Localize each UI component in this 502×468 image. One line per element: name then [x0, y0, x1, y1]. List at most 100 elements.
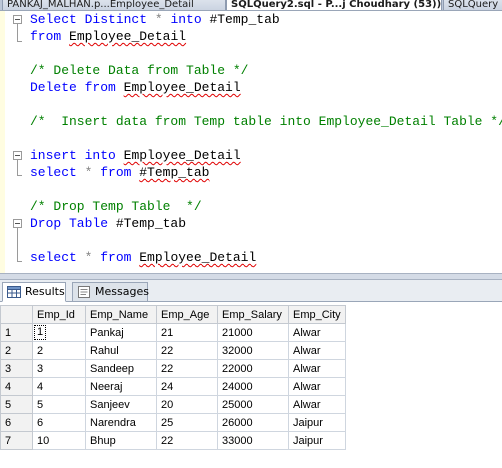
grid-cell[interactable]: 21: [156, 323, 218, 342]
outline-end: [17, 175, 22, 176]
query-editor[interactable]: Select Distinct * into #Temp_tab from Em…: [0, 11, 502, 273]
code-line-4[interactable]: Delete from Employee_Detail: [30, 79, 241, 96]
results-grid[interactable]: Emp_Id Emp_Name Emp_Age Emp_Salary Emp_C…: [0, 305, 346, 450]
code-line-3[interactable]: /* Delete Data from Table */: [30, 62, 248, 79]
grid-cell[interactable]: 26000: [217, 413, 289, 432]
grid-cell[interactable]: Alwar: [288, 377, 346, 396]
code-line-2[interactable]: from Employee_Detail: [30, 28, 186, 45]
grid-cell[interactable]: 2: [32, 341, 86, 360]
code-line-6[interactable]: insert into Employee_Detail: [30, 147, 241, 164]
column-header[interactable]: Emp_Salary: [217, 305, 289, 324]
keyword: from: [100, 165, 132, 180]
row-number[interactable]: 2: [0, 341, 33, 360]
grid-cell[interactable]: Sanjeev: [85, 395, 157, 414]
grid-cell[interactable]: Alwar: [288, 359, 346, 378]
keyword: Delete from: [30, 80, 116, 95]
grid-cell[interactable]: Jaipur: [288, 431, 346, 450]
collapse-icon[interactable]: [13, 219, 22, 228]
grid-cell[interactable]: 25: [156, 413, 218, 432]
grid-cell[interactable]: 22: [156, 359, 218, 378]
row-number[interactable]: 3: [0, 359, 33, 378]
grid-cell[interactable]: Neeraj: [85, 377, 157, 396]
column-header[interactable]: Emp_Id: [32, 305, 86, 324]
table-row[interactable]: 3 3 Sandeep 22 22000 Alwar: [0, 359, 346, 378]
grid-cell[interactable]: 3: [32, 359, 86, 378]
grid-cell[interactable]: 24000: [217, 377, 289, 396]
row-number[interactable]: 5: [0, 395, 33, 414]
keyword: into: [170, 12, 202, 27]
code-line-9[interactable]: Drop Table #Temp_tab: [30, 215, 186, 232]
grid-cell[interactable]: Pankaj: [85, 323, 157, 342]
grid-cell[interactable]: Narendra: [85, 413, 157, 432]
grid-cell[interactable]: 25000: [217, 395, 289, 414]
table-row[interactable]: 5 5 Sanjeev 20 25000 Alwar: [0, 395, 346, 414]
grid-cell[interactable]: 1: [32, 323, 86, 342]
code-line-5[interactable]: /* Insert data from Temp table into Empl…: [30, 113, 502, 130]
identifier: Employee_Detail: [69, 29, 187, 44]
column-header[interactable]: Emp_Age: [156, 305, 218, 324]
grid-header-row: Emp_Id Emp_Name Emp_Age Emp_Salary Emp_C…: [0, 305, 346, 324]
tab-employee-detail[interactable]: PANKAJ_MALHAN.p...Employee_Detail: [2, 0, 226, 10]
grid-cell[interactable]: 32000: [217, 341, 289, 360]
column-header[interactable]: Emp_City: [288, 305, 346, 324]
corner-cell[interactable]: [0, 305, 33, 324]
tab-sqlquery[interactable]: SQLQuery: [443, 0, 502, 10]
keyword: Select Distinct: [30, 12, 148, 27]
grid-cell[interactable]: Alwar: [288, 323, 346, 342]
results-grid-area: Emp_Id Emp_Name Emp_Age Emp_Salary Emp_C…: [0, 302, 502, 468]
selected-cell-value: 1: [34, 325, 47, 340]
comment: /* Insert data from Temp table into Empl…: [30, 114, 502, 129]
outline-line: [17, 228, 18, 261]
keyword: select: [30, 165, 77, 180]
grid-cell[interactable]: 22000: [217, 359, 289, 378]
grid-cell[interactable]: Rahul: [85, 341, 157, 360]
table-row[interactable]: 2 2 Rahul 22 32000 Alwar: [0, 341, 346, 360]
tab-sqlquery2[interactable]: SQLQuery2.sql - P...j Choudhary (53))*×: [226, 0, 442, 10]
tab-messages[interactable]: Messages: [72, 282, 149, 302]
tab-results[interactable]: Results: [2, 282, 66, 302]
grid-cell[interactable]: Sandeep: [85, 359, 157, 378]
grid-cell[interactable]: 20: [156, 395, 218, 414]
table-row[interactable]: 6 6 Narendra 25 26000 Jaipur: [0, 413, 346, 432]
table-row[interactable]: 7 10 Bhup 22 33000 Jaipur: [0, 431, 346, 450]
messages-icon: [78, 286, 90, 298]
grid-cell[interactable]: 21000: [217, 323, 289, 342]
code-line-8[interactable]: /* Drop Temp Table */: [30, 198, 202, 215]
grid-cell[interactable]: Bhup: [85, 431, 157, 450]
identifier: Employee_Detail: [139, 250, 257, 265]
identifier: #Temp_tab: [201, 12, 280, 27]
identifier: Employee_Detail: [123, 80, 241, 95]
row-number[interactable]: 6: [0, 413, 33, 432]
grid-cell[interactable]: 22: [156, 341, 218, 360]
tab-results-label: Results: [25, 285, 65, 298]
pane-splitter[interactable]: [0, 273, 502, 280]
collapse-icon[interactable]: [13, 151, 22, 160]
grid-cell[interactable]: Alwar: [288, 395, 346, 414]
code-line-7[interactable]: select * from #Temp_tab: [30, 164, 209, 181]
grid-cell[interactable]: 6: [32, 413, 86, 432]
grid-cell[interactable]: 22: [156, 431, 218, 450]
grid-cell[interactable]: 5: [32, 395, 86, 414]
results-grid-icon: [7, 286, 21, 298]
table-row[interactable]: 4 4 Neeraj 24 24000 Alwar: [0, 377, 346, 396]
grid-cell[interactable]: Jaipur: [288, 413, 346, 432]
tab-label: PANKAJ_MALHAN.p...Employee_Detail: [7, 0, 194, 10]
operator: *: [147, 12, 171, 27]
grid-cell[interactable]: 24: [156, 377, 218, 396]
grid-cell[interactable]: 4: [32, 377, 86, 396]
row-number[interactable]: 4: [0, 377, 33, 396]
code-line-10[interactable]: select * from Employee_Detail: [30, 249, 256, 266]
grid-cell[interactable]: 10: [32, 431, 86, 450]
grid-cell[interactable]: Alwar: [288, 341, 346, 360]
table-row[interactable]: 1 1 Pankaj 21 21000 Alwar: [0, 323, 346, 342]
row-number[interactable]: 1: [0, 323, 33, 342]
column-header[interactable]: Emp_Name: [85, 305, 157, 324]
row-number[interactable]: 7: [0, 431, 33, 450]
identifier: Employee_Detail: [123, 148, 241, 163]
collapse-icon[interactable]: [13, 15, 22, 24]
grid-cell[interactable]: 33000: [217, 431, 289, 450]
code-line-1[interactable]: Select Distinct * into #Temp_tab: [30, 11, 280, 28]
